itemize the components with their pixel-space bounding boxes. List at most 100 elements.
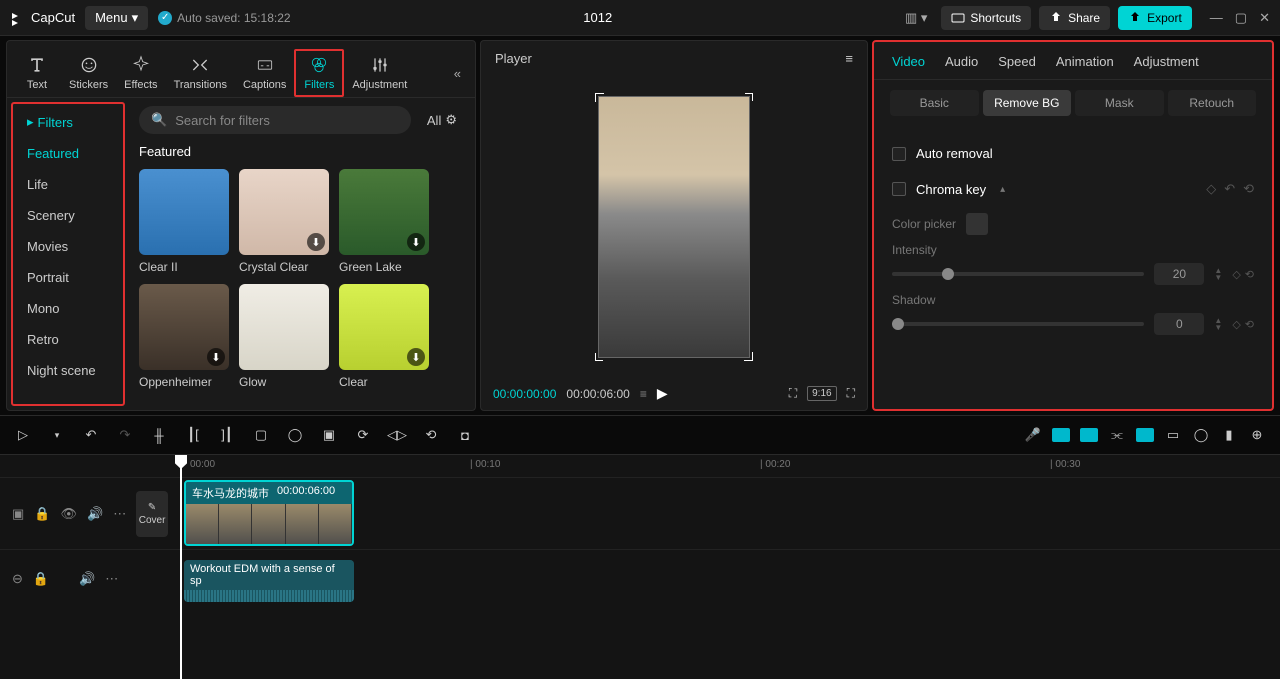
reset-icon[interactable]: ⟲ [1245,318,1254,331]
player-viewport[interactable] [481,76,867,377]
keyframe-icon[interactable]: ◇ [1232,318,1240,331]
filter-crystal[interactable]: ⬇Crystal Clear [239,169,329,274]
crop-icon[interactable]: ◘ [456,428,474,443]
redo-icon[interactable]: ↷ [116,427,134,443]
intensity-slider[interactable] [892,272,1144,276]
scan-icon[interactable]: ⛶ [789,386,797,401]
mute-icon[interactable]: 🔊 [79,571,95,587]
cat-portrait[interactable]: Portrait [13,262,123,293]
chroma-checkbox[interactable] [892,182,906,196]
timeline[interactable]: 00:00 | 00:10 | 00:20 | 00:30 ▣ 🔒 👁 🔊 ⋯ … [0,455,1280,679]
layout-icon[interactable]: ▥ ▾ [905,10,927,26]
playhead[interactable] [180,455,182,679]
filter-clear2[interactable]: Clear II [139,169,229,274]
cat-night[interactable]: Night scene [13,355,123,386]
reset-icon[interactable]: ⟲ [1243,181,1254,197]
cat-header[interactable]: ▸Filters [13,106,123,138]
list-icon[interactable]: ≡ [640,387,647,401]
cat-mono[interactable]: Mono [13,293,123,324]
select-dropdown-icon[interactable]: ▾ [48,430,66,441]
tab-adjustment-r[interactable]: Adjustment [1134,54,1199,69]
undo-icon[interactable]: ↶ [82,427,100,443]
tab-speed[interactable]: Speed [998,54,1036,69]
shortcuts-button[interactable]: Shortcuts [941,6,1031,30]
filter-clear[interactable]: ⬇Clear [339,284,429,389]
collapse-icon[interactable]: « [446,58,469,89]
tab-effects[interactable]: Effects [116,51,165,95]
tab-stickers[interactable]: Stickers [61,51,116,95]
download-icon[interactable]: ⬇ [207,348,225,366]
close-icon[interactable]: ✕ [1259,10,1270,26]
tab-audio[interactable]: Audio [945,54,978,69]
expand-icon[interactable]: ▣ [12,506,24,522]
fullscreen-icon[interactable]: ⛶ [847,386,855,401]
download-icon[interactable]: ⬇ [407,233,425,251]
cat-life[interactable]: Life [13,169,123,200]
tab-animation[interactable]: Animation [1056,54,1114,69]
refresh-icon[interactable]: ⟳ [354,427,372,443]
cover-button[interactable]: ✎ Cover [136,491,168,537]
minimize-icon[interactable]: — [1210,10,1223,26]
aspect-ratio[interactable]: 9:16 [807,386,836,401]
tab-text[interactable]: Text [13,51,61,95]
reset-icon[interactable]: ⟲ [1245,268,1254,281]
chroma-row[interactable]: Chroma key ▴ ◇ ↶ ⟲ [892,171,1254,207]
shield-icon[interactable]: ◯ [286,427,304,443]
shadow-slider[interactable] [892,322,1144,326]
maximize-icon[interactable]: ▢ [1235,10,1247,26]
cat-movies[interactable]: Movies [13,231,123,262]
lock-icon[interactable]: 🔒 [33,571,49,587]
keyframe-icon[interactable]: ◇ [1206,181,1216,197]
auto-removal-checkbox[interactable] [892,147,906,161]
tab-transitions[interactable]: Transitions [166,51,235,95]
preview-frame[interactable] [598,96,750,358]
mirror-icon[interactable]: ◁▷ [388,427,406,443]
project-title[interactable]: 1012 [301,10,895,25]
collapse-icon[interactable]: ⊖ [12,571,23,587]
copy-icon[interactable]: ▣ [320,427,338,443]
delete-icon[interactable]: ▢ [252,427,270,443]
export-button[interactable]: Export [1118,6,1192,30]
split-icon[interactable]: ╫ [150,428,168,443]
trim-right-icon[interactable]: ]┃ [218,427,236,443]
cycle-icon[interactable]: ◯ [1192,427,1210,443]
filter-greenlake[interactable]: ⬇Green Lake [339,169,429,274]
select-icon[interactable]: ▷ [14,427,32,443]
filter-oppenheimer[interactable]: ⬇Oppenheimer [139,284,229,389]
download-icon[interactable]: ⬇ [307,233,325,251]
snap-icon[interactable] [1080,428,1098,442]
intensity-value[interactable]: 20 [1154,263,1204,285]
marker-icon[interactable]: ▮ [1220,427,1238,443]
subtab-basic[interactable]: Basic [890,90,979,116]
subtab-mask[interactable]: Mask [1075,90,1164,116]
snap-start-icon[interactable] [1052,428,1070,442]
tab-filters[interactable]: Filters [294,49,344,97]
rotate-icon[interactable]: ⟲ [422,427,440,443]
cat-scenery[interactable]: Scenery [13,200,123,231]
player-menu-icon[interactable]: ≡ [845,51,853,66]
download-icon[interactable]: ⬇ [407,348,425,366]
link-icon[interactable]: ⫘ [1108,427,1126,443]
menu-button[interactable]: Menu▾ [85,6,148,30]
subtab-removebg[interactable]: Remove BG [983,90,1072,116]
mic-icon[interactable]: 🎤 [1024,427,1042,443]
lock-icon[interactable]: 🔒 [34,506,50,522]
magnet-icon[interactable] [1136,428,1154,442]
subtab-retouch[interactable]: Retouch [1168,90,1257,116]
play-button[interactable]: ▶ [657,385,668,402]
all-filter-button[interactable]: All ⚙ [419,108,465,132]
intensity-spinner[interactable]: ▲▼ [1214,267,1222,281]
tab-captions[interactable]: Captions [235,51,294,95]
eye-icon[interactable]: 👁 [60,506,77,522]
color-swatch[interactable] [966,213,988,235]
cat-retro[interactable]: Retro [13,324,123,355]
auto-removal-row[interactable]: Auto removal [892,136,1254,171]
trim-left-icon[interactable]: ┃[ [184,427,202,443]
audio-clip[interactable]: Workout EDM with a sense of sp [184,560,354,602]
search-input[interactable]: 🔍 Search for filters [139,106,411,134]
shadow-spinner[interactable]: ▲▼ [1214,317,1222,331]
undo-icon[interactable]: ↶ [1224,181,1235,197]
ruler[interactable]: 00:00 | 00:10 | 00:20 | 00:30 [180,455,1280,477]
keyframe-icon[interactable]: ◇ [1232,268,1240,281]
tab-video[interactable]: Video [892,54,925,69]
